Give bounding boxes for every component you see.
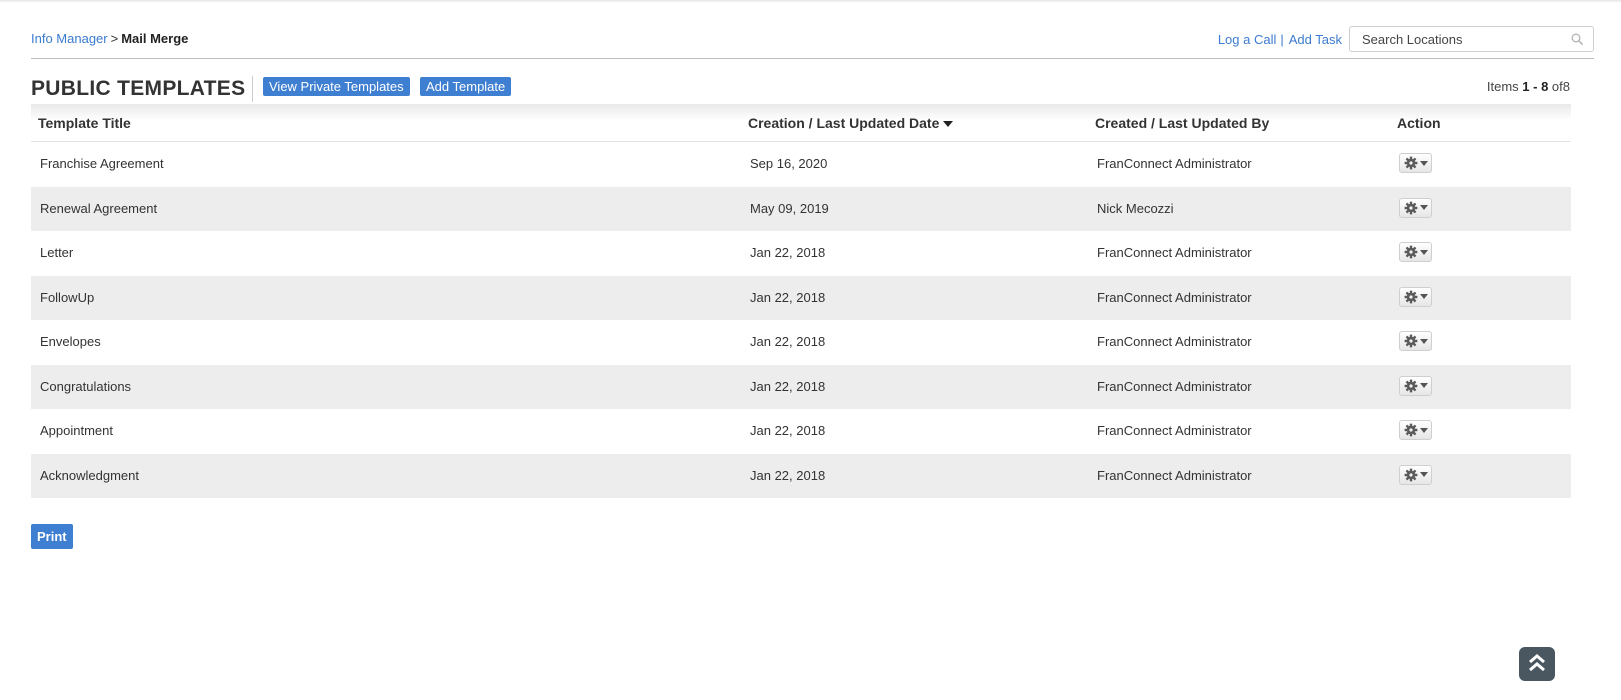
column-header-by[interactable]: Created / Last Updated By <box>1095 115 1269 131</box>
templates-table: Template Title Creation / Last Updated D… <box>31 104 1571 498</box>
add-template-button[interactable]: Add Template <box>420 77 512 96</box>
date-cell: Jan 22, 2018 <box>750 289 826 305</box>
date-cell: Jan 22, 2018 <box>750 334 826 349</box>
date-cell: Sep 16, 2020 <box>750 156 828 171</box>
search-icon[interactable] <box>1571 33 1583 45</box>
items-prefix: Items <box>1486 79 1519 94</box>
items-of: of <box>1551 79 1563 94</box>
date-cell: May 09, 2019 <box>750 200 829 216</box>
gear-icon <box>1404 290 1418 304</box>
search-box <box>1349 26 1594 52</box>
breadcrumb-info-manager[interactable]: Info Manager <box>31 31 108 46</box>
scroll-to-top-button[interactable] <box>1519 647 1555 681</box>
column-header-date[interactable]: Creation / Last Updated Date <box>748 115 954 131</box>
breadcrumb-current: Mail Merge <box>121 31 189 46</box>
template-title-cell[interactable]: Congratulations <box>40 379 131 394</box>
items-range: 1 - 8 <box>1522 79 1549 94</box>
caret-down-icon <box>1419 294 1428 299</box>
table-header: Template Title Creation / Last Updated D… <box>31 104 1571 142</box>
updated-by-cell: FranConnect Administrator <box>1097 245 1252 260</box>
table-row: FollowUp Jan 22, 2018 FranConnect Administ… <box>31 275 1571 320</box>
breadcrumb-separator: > <box>110 31 119 46</box>
caret-down-icon <box>1419 160 1428 166</box>
gear-icon <box>1404 379 1418 393</box>
top-shadow <box>0 0 1621 3</box>
column-header-title[interactable]: Template Title <box>38 115 131 131</box>
template-title-cell[interactable]: FollowUp <box>40 290 94 305</box>
template-title-cell[interactable]: Appointment <box>40 423 113 438</box>
print-button[interactable]: Print <box>31 524 73 549</box>
row-action-button[interactable] <box>1399 331 1432 351</box>
row-action-button[interactable] <box>1399 286 1432 307</box>
gear-icon <box>1404 468 1418 482</box>
updated-by-cell: FranConnect Administrator <box>1097 467 1252 483</box>
template-title-cell[interactable]: Renewal Agreement <box>40 201 157 216</box>
template-title-cell[interactable]: Letter <box>40 245 73 260</box>
row-action-button[interactable] <box>1399 153 1432 173</box>
table-row: Letter Jan 22, 2018 FranConnect Administra… <box>31 231 1571 276</box>
page-title: PUBLIC TEMPLATES <box>31 76 254 102</box>
date-cell: Jan 22, 2018 <box>750 245 826 260</box>
table-row: Appointment Jan 22, 2018 FranConnect Admin… <box>31 409 1571 454</box>
gear-icon <box>1404 201 1418 215</box>
row-action-button[interactable] <box>1399 420 1432 440</box>
top-actions: Log a Call | Add Task <box>1218 24 1594 54</box>
caret-down-icon <box>1419 472 1428 477</box>
column-header-date-label: Creation / Last Updated Date <box>748 115 940 131</box>
table-body: Franchise Agreement Sep 16, 2020 FranConne… <box>31 142 1571 498</box>
action-separator: | <box>1280 31 1284 47</box>
table-row: Franchise Agreement Sep 16, 2020 FranConne… <box>31 142 1571 187</box>
caret-down-icon <box>1419 383 1428 388</box>
row-action-button[interactable] <box>1399 242 1432 262</box>
column-header-action: Action <box>1397 115 1441 131</box>
table-row: Renewal Agreement May 09, 2019 Nick Mecozz… <box>31 186 1571 231</box>
caret-down-icon <box>1419 427 1428 433</box>
row-action-button[interactable] <box>1399 375 1432 396</box>
template-title-cell[interactable]: Envelopes <box>40 334 101 349</box>
table-row: Envelopes Jan 22, 2018 FranConnect Adminis… <box>31 320 1571 365</box>
template-title-cell[interactable]: Franchise Agreement <box>40 156 164 171</box>
updated-by-cell: FranConnect Administrator <box>1097 156 1252 171</box>
gear-icon <box>1404 156 1418 170</box>
gear-icon <box>1404 334 1418 348</box>
updated-by-cell: FranConnect Administrator <box>1097 289 1252 305</box>
date-cell: Jan 22, 2018 <box>750 378 826 394</box>
date-cell: Jan 22, 2018 <box>750 423 826 438</box>
items-count: Items 1 - 8 of8 <box>1487 79 1570 94</box>
add-task-link[interactable]: Add Task <box>1289 32 1342 47</box>
updated-by-cell: FranConnect Administrator <box>1097 334 1252 349</box>
view-private-templates-button[interactable]: View Private Templates <box>263 77 410 96</box>
table-row: Congratulations Jan 22, 2018 FranConnect A… <box>31 364 1571 409</box>
row-action-button[interactable] <box>1399 197 1432 218</box>
date-cell: Jan 22, 2018 <box>750 467 826 483</box>
row-action-button[interactable] <box>1399 464 1432 485</box>
caret-down-icon <box>1419 205 1428 210</box>
updated-by-cell: Nick Mecozzi <box>1097 200 1174 216</box>
gear-icon <box>1404 245 1418 259</box>
title-row: PUBLIC TEMPLATES View Private Templates … <box>31 76 1594 104</box>
caret-down-icon <box>1419 338 1428 344</box>
items-total: 8 <box>1562 79 1570 94</box>
sort-desc-icon <box>943 121 954 128</box>
table-row: Acknowledgment Jan 22, 2018 FranConnect Ad… <box>31 453 1571 498</box>
template-title-cell[interactable]: Acknowledgment <box>40 468 139 483</box>
updated-by-cell: FranConnect Administrator <box>1097 378 1252 394</box>
updated-by-cell: FranConnect Administrator <box>1097 423 1252 438</box>
breadcrumb: Info Manager > Mail Merge <box>31 30 188 48</box>
search-input[interactable] <box>1362 30 1562 48</box>
gear-icon <box>1404 423 1418 437</box>
log-a-call-link[interactable]: Log a Call <box>1218 32 1277 47</box>
double-chevron-up-icon <box>1529 654 1545 672</box>
top-bar: Info Manager > Mail Merge Log a Call | Add… <box>31 24 1594 59</box>
caret-down-icon <box>1419 249 1428 255</box>
